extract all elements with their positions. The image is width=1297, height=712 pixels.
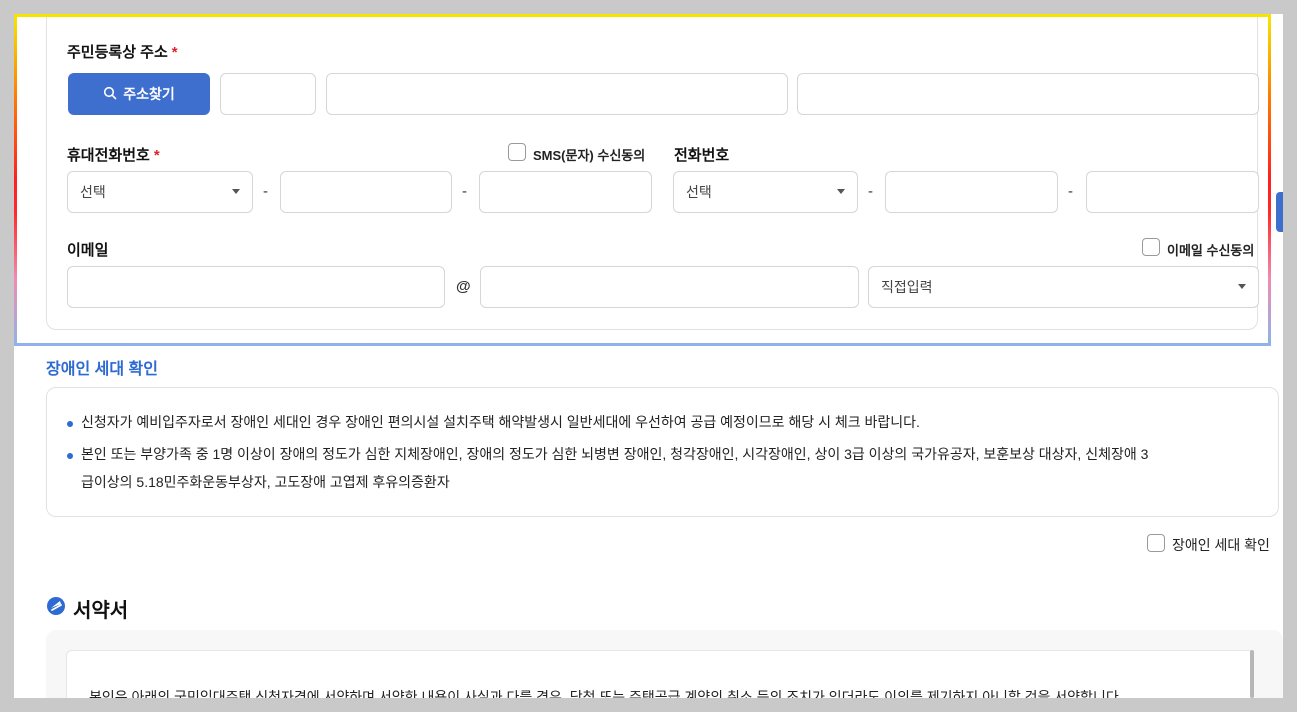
mobile-separator: - [263,183,268,200]
address-label: 주민등록상 주소 * [67,44,178,61]
email-domain-value: 직접입력 [881,279,933,295]
address1-input[interactable] [326,73,788,115]
chevron-down-icon [232,189,240,194]
oath-scrollbar[interactable] [1250,650,1254,698]
phone-area-select[interactable]: 선택 [673,171,858,213]
email-id-input[interactable] [67,266,445,308]
phone-last-input[interactable] [1086,171,1259,213]
address-search-label: 주소찾기 [123,86,175,102]
email-at-sign: @ [456,278,471,295]
bullet-icon [67,453,73,459]
email-domain-select[interactable]: 직접입력 [868,266,1259,308]
chevron-down-icon [1238,284,1246,289]
oath-title: 서약서 [73,600,129,622]
notice-item: 본인 또는 부양가족 중 1명 이상이 장애의 정도가 심한 지체장애인, 장애… [81,446,1149,462]
disability-household-checkbox[interactable] [1147,534,1165,552]
mobile-carrier-value: 선택 [80,184,106,200]
phone-separator: - [868,183,873,200]
mobile-middle-input[interactable] [280,171,452,213]
email-label: 이메일 [67,242,109,259]
page: 주민등록상 주소 * 주소찾기 휴대전화번호 * SMS(문자) 수신동의 선택 -… [14,14,1283,698]
phone-area-value: 선택 [686,184,712,200]
disability-section-title: 장애인 세대 확인 [46,361,158,378]
email-consent-label: 이메일 수신동의 [1167,243,1255,258]
oath-icon [46,596,66,621]
mobile-separator: - [462,183,467,200]
oath-content-box: 본인은 아래의 국민임대주택 신청자격에 서약하며 서약한 내용이 사실과 다를… [66,650,1254,698]
phone-separator: - [1068,183,1073,200]
bullet-icon [67,421,73,427]
mobile-last-input[interactable] [479,171,652,213]
email-consent-checkbox[interactable] [1142,238,1160,256]
disability-notice-box: 신청자가 예비입주자로서 장애인 세대인 경우 장애인 편의시설 설치주택 해약… [46,387,1279,517]
phone-middle-input[interactable] [885,171,1058,213]
mobile-carrier-select[interactable]: 선택 [67,171,253,213]
email-domain-input[interactable] [480,266,859,308]
notice-item-continued: 급이상의 5.18민주화운동부상자, 고도장애 고엽제 후유의증환자 [81,474,450,490]
address2-input[interactable] [797,73,1259,115]
mobile-label: 휴대전화번호 * [67,147,160,164]
oath-text: 본인은 아래의 국민임대주택 신청자격에 서약하며 서약한 내용이 사실과 다를… [89,689,1123,698]
search-icon [103,86,117,103]
chevron-down-icon [837,189,845,194]
notice-item: 신청자가 예비입주자로서 장애인 세대인 경우 장애인 편의시설 설치주택 해약… [81,414,920,430]
address-search-button[interactable]: 주소찾기 [68,73,210,115]
sms-consent-checkbox[interactable] [508,143,526,161]
phone-label: 전화번호 [674,147,730,164]
postcode-input[interactable] [220,73,316,115]
applicant-info-card: 주민등록상 주소 * 주소찾기 휴대전화번호 * SMS(문자) 수신동의 선택 -… [46,14,1259,330]
sms-consent-label: SMS(문자) 수신동의 [533,148,646,163]
side-panel-toggle[interactable] [1276,192,1283,232]
disability-household-label: 장애인 세대 확인 [1172,537,1270,553]
